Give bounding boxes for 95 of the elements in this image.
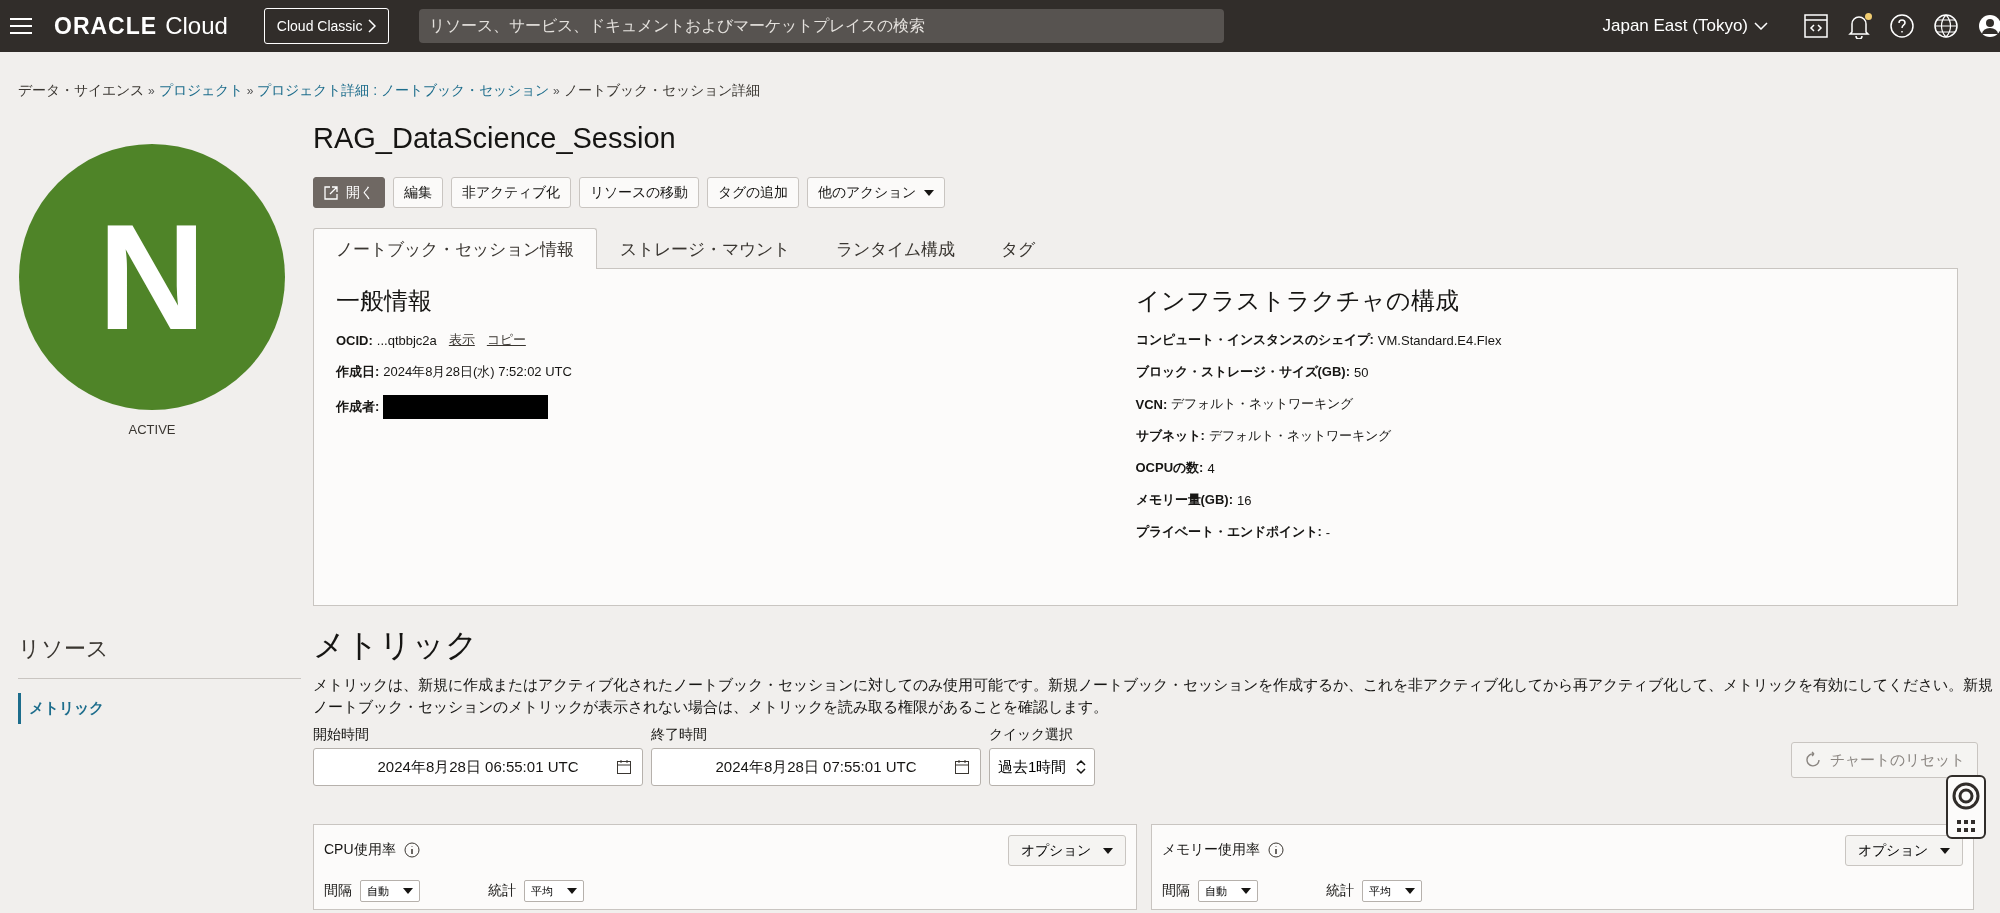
section-heading: インフラストラクチャの構成 xyxy=(1135,286,1460,316)
lifebuoy-icon xyxy=(1952,781,1980,810)
caret-icon xyxy=(1940,847,1950,854)
field-value: VM.Standard.E4.Flex xyxy=(1377,332,1502,348)
field-label: 統計 xyxy=(1325,882,1354,900)
breadcrumb-link[interactable]: プロジェクト詳細 : ノートブック・セッション xyxy=(257,82,550,100)
field-label: コンピュート・インスタンスのシェイプ: xyxy=(1135,331,1374,349)
quick-select[interactable]: 過去1時間 xyxy=(989,748,1095,786)
caret-icon xyxy=(1404,888,1415,894)
field-value: 16 xyxy=(1237,492,1252,508)
tab[interactable]: タグ xyxy=(978,228,1058,269)
action-button[interactable]: 編集 xyxy=(393,177,443,208)
info-icon xyxy=(403,842,420,859)
field-label: 作成日: xyxy=(336,363,380,381)
brand-name[interactable]: ORACLE xyxy=(54,13,158,40)
resource-link[interactable]: メトリック xyxy=(18,693,301,724)
breadcrumb-separator: » xyxy=(148,84,155,98)
field-value: デフォルト・ネットワーキング xyxy=(1208,427,1391,445)
breadcrumb-label[interactable]: ノートブック・セッション詳細 xyxy=(563,82,760,100)
action-button[interactable]: 非アクティブ化 xyxy=(451,177,571,208)
show-link[interactable]: 表示 xyxy=(448,331,475,349)
cloud-classic-button[interactable]: Cloud Classic xyxy=(263,8,390,44)
caret-icon xyxy=(403,888,413,894)
chevron-down-icon xyxy=(1754,22,1768,30)
field-label: クイック選択 xyxy=(989,726,1074,744)
field-label: サブネット: xyxy=(1135,427,1205,445)
start-time-field[interactable]: 2024年8月28日 06:55:01 UTC xyxy=(313,748,643,786)
brand-subtitle[interactable]: Cloud xyxy=(165,12,228,40)
help-icon[interactable] xyxy=(1890,14,1914,38)
caret-icon xyxy=(567,888,577,894)
breadcrumb-label[interactable]: データ・サイエンス xyxy=(18,82,144,100)
caret-icon xyxy=(1240,888,1251,894)
info-icon xyxy=(1267,842,1284,859)
field-label: ブロック・ストレージ・サイズ(GB): xyxy=(1135,363,1350,381)
field-value: デフォルト・ネットワーキング xyxy=(1171,395,1354,413)
metrics-description: メトリックは、新規に作成またはアクティブ化されたノートブック・セッションに対してのみ使用可能です。新規ノートブック・セッションを作成するか、これを非アクティブ化してから再アクティブ化して、メトリックを有効にしてください。新規ノートブック・セッションのメトリックが表示されない場合は、メトリックを読み取る権限があることを確認します。 xyxy=(313,676,1994,717)
search-field[interactable]: リソース、サービス、ドキュメントおよびマーケットプレイスの検索 xyxy=(419,9,1225,43)
options-button[interactable]: オプション xyxy=(1007,835,1126,866)
stepper-icon xyxy=(1076,759,1086,775)
copy-link[interactable]: コピー xyxy=(486,331,526,349)
field-label: 作成者: xyxy=(336,398,380,416)
statistic-select[interactable]: 平均 xyxy=(524,880,584,902)
help-widget[interactable] xyxy=(1946,775,1986,839)
field-value: - xyxy=(1325,524,1331,540)
action-button[interactable]: 開く xyxy=(313,177,385,208)
field-label: 開始時間 xyxy=(313,726,370,744)
user-avatar-icon[interactable] xyxy=(1978,14,2000,38)
tab[interactable]: ストレージ・マウント xyxy=(597,228,813,269)
actions-menu-button[interactable]: 他のアクション xyxy=(807,177,945,208)
chart-title: メモリー使用率 xyxy=(1161,841,1284,859)
status-text: ACTIVE xyxy=(128,422,176,437)
region-selector[interactable]: Japan East (Tokyo) xyxy=(1596,15,1774,37)
metrics-heading: メトリック xyxy=(313,626,479,665)
tab[interactable]: ランタイム構成 xyxy=(813,228,978,269)
field-label: 間隔 xyxy=(324,882,352,900)
field-label: VCN: xyxy=(1135,396,1168,412)
calendar-icon[interactable] xyxy=(954,759,970,775)
field-label: 間隔 xyxy=(1161,882,1190,900)
field-value: 4 xyxy=(1207,460,1215,476)
field-label: プライベート・エンドポイント: xyxy=(1135,523,1322,541)
action-button[interactable]: タグの追加 xyxy=(707,177,799,208)
field-value: 2024年8月28日(水) 7:52:02 UTC xyxy=(383,363,572,381)
globe-icon[interactable] xyxy=(1934,14,1958,38)
resource-avatar: N xyxy=(19,144,285,410)
field-value: 50 xyxy=(1354,364,1369,380)
caret-icon xyxy=(1102,847,1113,854)
resources-heading: リソース xyxy=(18,624,301,679)
field-label: 終了時間 xyxy=(651,726,708,744)
statistic-select[interactable]: 平均 xyxy=(1361,880,1422,902)
grid-icon xyxy=(1956,818,1976,833)
breadcrumb-separator: » xyxy=(553,84,560,98)
field-label: OCID: xyxy=(336,332,373,348)
field-value: ...qtbbjc2a xyxy=(376,332,437,348)
field-label: 統計 xyxy=(488,882,516,900)
options-button[interactable]: オプション xyxy=(1845,835,1963,866)
refresh-icon xyxy=(1804,751,1822,769)
tab[interactable]: ノートブック・セッション情報 xyxy=(313,228,597,269)
field-label: OCPUの数: xyxy=(1135,459,1204,477)
page-title: RAG_DataScience_Session xyxy=(313,122,677,155)
action-button[interactable]: リソースの移動 xyxy=(579,177,699,208)
code-editor-icon[interactable] xyxy=(1804,14,1828,38)
chart-title: CPU使用率 xyxy=(324,841,420,859)
interval-select[interactable]: 自動 xyxy=(360,880,420,902)
interval-select[interactable]: 自動 xyxy=(1197,880,1258,902)
end-time-field[interactable]: 2024年8月28日 07:55:01 UTC xyxy=(651,748,981,786)
chevron-right-icon xyxy=(368,19,377,33)
caret-icon xyxy=(924,189,934,196)
field-label: メモリー量(GB): xyxy=(1135,491,1233,509)
bell-icon[interactable] xyxy=(1848,13,1870,39)
breadcrumb-separator: » xyxy=(246,84,254,98)
menu-icon[interactable] xyxy=(10,18,32,34)
calendar-icon[interactable] xyxy=(616,759,632,775)
breadcrumb-link[interactable]: プロジェクト xyxy=(158,82,243,100)
section-heading: 一般情報 xyxy=(336,286,433,316)
external-link-icon xyxy=(324,185,338,200)
